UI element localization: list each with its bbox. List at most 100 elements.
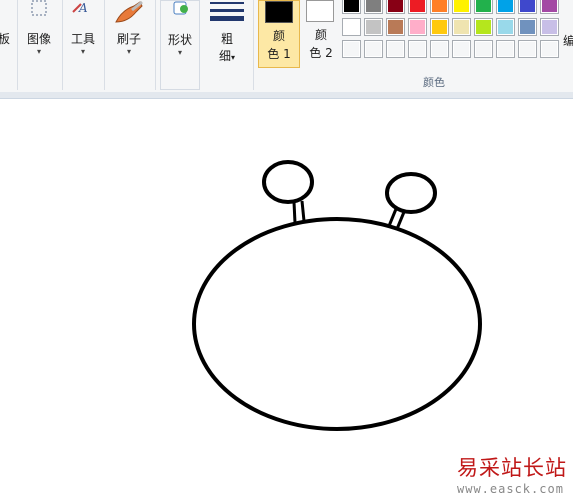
palette-swatch[interactable]	[518, 40, 537, 58]
color2-label: 颜 色 2	[300, 26, 342, 62]
shapes-icon	[166, 1, 194, 23]
tools-button[interactable]: A 工具 ▾	[66, 0, 100, 70]
watermark-url: www.easck.com	[457, 482, 564, 496]
palette-swatch[interactable]	[496, 40, 515, 58]
palette-swatch[interactable]	[540, 0, 559, 14]
palette-swatch-fill	[432, 20, 447, 34]
palette-swatch[interactable]	[342, 40, 361, 58]
chevron-down-icon: ▾	[177, 48, 182, 57]
palette-swatch[interactable]	[386, 40, 405, 58]
palette-swatch[interactable]	[518, 18, 537, 36]
text-tool-icon: A	[69, 0, 97, 22]
palette-swatch[interactable]	[408, 18, 427, 36]
image-button[interactable]: 图像 ▾	[20, 0, 58, 70]
drawing-canvas[interactable]	[0, 99, 573, 504]
palette-swatch[interactable]	[452, 40, 471, 58]
palette-swatch-fill	[476, 0, 491, 12]
body-ellipse	[192, 217, 482, 431]
color1-label: 颜 色 1	[259, 27, 299, 63]
palette-swatch[interactable]	[540, 18, 559, 36]
palette-swatch[interactable]	[474, 18, 493, 36]
palette-swatch-fill	[344, 20, 359, 34]
color2-swatch	[306, 0, 334, 22]
clipboard-label: 板	[0, 32, 10, 46]
chevron-down-icon: ▾	[80, 47, 85, 56]
palette-swatch-fill	[344, 0, 359, 12]
palette-swatch[interactable]	[364, 0, 383, 14]
line-width-icon	[210, 0, 244, 24]
palette-swatch[interactable]	[342, 18, 361, 36]
palette-swatch-fill	[542, 42, 557, 56]
palette-swatch-fill	[454, 0, 469, 12]
color2-label-line1: 颜	[314, 28, 327, 42]
palette-swatch[interactable]	[430, 0, 449, 14]
palette-swatch[interactable]	[430, 40, 449, 58]
palette-swatch-fill	[498, 42, 513, 56]
color1-button[interactable]: 颜 色 1	[258, 0, 300, 68]
color1-label-line2: 色 1	[267, 47, 291, 61]
color1-label-line1: 颜	[272, 29, 285, 43]
brush-icon	[112, 0, 146, 26]
select-icon	[25, 0, 53, 22]
drawing-svg[interactable]	[0, 99, 573, 504]
chevron-down-icon: ▾	[126, 47, 131, 56]
palette-swatch[interactable]	[474, 0, 493, 14]
edit-colors-label[interactable]: 编	[563, 32, 573, 49]
palette-swatch[interactable]	[408, 0, 427, 14]
palette-swatch-fill	[520, 42, 535, 56]
palette-swatch-fill	[388, 42, 403, 56]
palette-swatch[interactable]	[496, 0, 515, 14]
right-antenna-ball	[385, 172, 437, 214]
palette-swatch-fill	[432, 42, 447, 56]
palette-swatch[interactable]	[430, 18, 449, 36]
palette-swatch[interactable]	[474, 40, 493, 58]
group-separator	[155, 0, 156, 90]
color2-button[interactable]: 颜 色 2	[300, 0, 342, 68]
palette-swatch[interactable]	[452, 18, 471, 36]
palette-swatch-fill	[542, 0, 557, 12]
palette-swatch-fill	[542, 20, 557, 34]
shapes-button[interactable]: 形状 ▾	[160, 0, 200, 90]
palette-swatch-fill	[476, 42, 491, 56]
palette-swatch-fill	[454, 42, 469, 56]
brushes-label: 刷子	[116, 32, 141, 46]
left-antenna-ball	[262, 160, 314, 204]
palette-swatch-fill	[498, 20, 513, 34]
left-antenna-stalk	[292, 200, 306, 224]
brushes-button[interactable]: 刷子 ▾	[108, 0, 150, 70]
palette-swatch-fill	[366, 42, 381, 56]
palette-swatch-fill	[410, 0, 425, 12]
tools-label: 工具	[70, 32, 95, 46]
palette-swatch-fill	[366, 20, 381, 34]
clipboard-button[interactable]: 板	[0, 0, 16, 70]
palette-swatch-fill	[410, 42, 425, 56]
palette-swatch-fill	[520, 0, 535, 12]
palette-swatch[interactable]	[342, 0, 361, 14]
palette-swatch[interactable]	[452, 0, 471, 14]
palette-swatch-fill	[388, 20, 403, 34]
palette-swatch-fill	[366, 0, 381, 12]
palette-swatch[interactable]	[408, 40, 427, 58]
svg-text:A: A	[78, 1, 88, 15]
palette-swatch[interactable]	[518, 0, 537, 14]
image-label: 图像	[26, 32, 51, 46]
ribbon: 板 图像 ▾ A 工具 ▾ 刷子 ▾ 形状 ▾ 粗 细▾ 颜 色 1 颜 色 2…	[0, 0, 573, 93]
palette-swatch[interactable]	[386, 0, 405, 14]
palette-swatch[interactable]	[496, 18, 515, 36]
size-label-line1: 粗	[220, 32, 233, 46]
palette-swatch-fill	[498, 0, 513, 12]
color2-label-line2: 色 2	[309, 46, 333, 60]
group-separator	[17, 0, 18, 90]
palette-swatch[interactable]	[386, 18, 405, 36]
size-label-text: 细	[218, 49, 231, 63]
shapes-label: 形状	[167, 33, 192, 47]
chevron-down-icon: ▾	[231, 53, 236, 62]
size-button[interactable]: 粗 细▾	[204, 0, 250, 70]
color1-swatch	[265, 1, 293, 23]
palette-swatch[interactable]	[364, 18, 383, 36]
palette-swatch-fill	[344, 42, 359, 56]
palette-swatch[interactable]	[540, 40, 559, 58]
size-label-line2: 细▾	[204, 47, 250, 64]
palette-swatch[interactable]	[364, 40, 383, 58]
palette-swatch-fill	[432, 0, 447, 12]
